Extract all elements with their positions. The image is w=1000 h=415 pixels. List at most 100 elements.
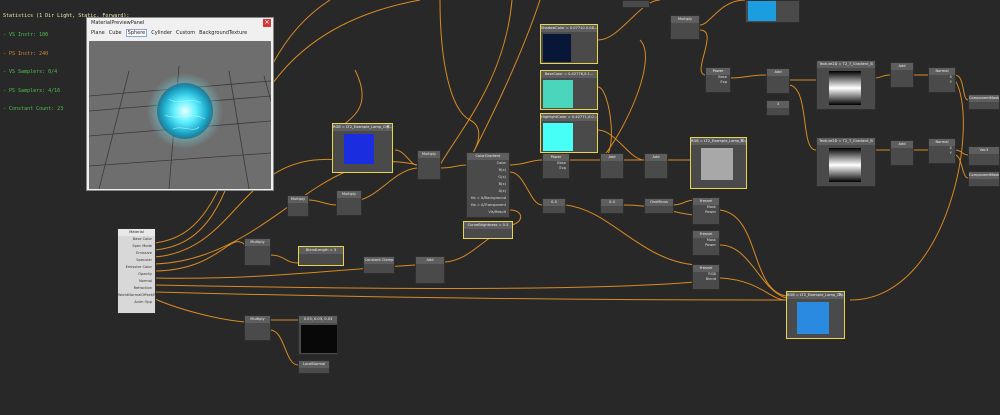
material-input-specular[interactable]: Specular (118, 257, 155, 264)
material-input-spec-mode[interactable]: Spec Mode (118, 243, 155, 250)
port-background[interactable]: Ha = A/Background (467, 195, 509, 202)
material-node[interactable]: Material Base Color Spec Mode Emissive S… (117, 228, 163, 314)
port-y[interactable]: Y (929, 151, 955, 156)
node-title: 0.03, 0.03, 0.03 (299, 316, 337, 323)
material-input-world-normal-offset[interactable]: WorldNormalOffset/Mask (118, 292, 163, 299)
component-mask-node[interactable]: ComponentMask (968, 94, 1000, 110)
port-blend[interactable]: Blend (693, 277, 719, 282)
material-input-opacity[interactable]: Opacity (118, 271, 155, 278)
normal-node[interactable]: Normal X Y (928, 67, 956, 93)
constant-vector-node[interactable]: 0.03, 0.03, 0.03 (298, 315, 338, 355)
curve-brightness-node[interactable]: CurveBrightness = 0.5 (463, 221, 513, 239)
node-title: LocalNormal (299, 361, 329, 368)
node-title: Fresnel (693, 265, 719, 272)
preview-viewport[interactable] (89, 41, 271, 189)
node-title: Power (706, 68, 730, 75)
node-title: Add (891, 63, 913, 70)
multiply-node[interactable]: Multiply (244, 238, 271, 266)
constant-node[interactable]: 0.5 (542, 198, 566, 214)
add-node[interactable]: Add (890, 140, 914, 166)
vec3-node[interactable]: Vec3 (968, 146, 1000, 166)
node-title: Multiply (288, 196, 308, 203)
port-exp[interactable]: Exp (543, 166, 569, 171)
tab-plane[interactable]: Plane (91, 30, 105, 36)
material-input-refraction[interactable]: Refraction (118, 285, 155, 292)
fresnel-node[interactable]: Fresnel Mask Power (692, 197, 720, 225)
texture-sample-node[interactable]: RGB = LT2_Example_Lamp_Cry... × (690, 137, 747, 189)
constant-node[interactable]: 0.4 (600, 198, 624, 214)
multiply-node[interactable]: Multiply (670, 15, 700, 40)
port-g[interactable]: G(x) (467, 174, 509, 181)
texture-swatch-blue-noise (344, 134, 374, 164)
material-input-base-color[interactable]: Base Color (118, 236, 155, 243)
close-icon[interactable]: × (386, 125, 391, 130)
power-node[interactable]: Power Base Exp (542, 153, 570, 179)
one-minus-node[interactable]: OneMinus (644, 198, 674, 214)
material-input-emissive-color[interactable]: Emissive Color (118, 264, 155, 271)
close-icon[interactable]: ✕ (263, 19, 271, 27)
node-title: RGB = LT2_Example_Lamp_Cry... (691, 138, 746, 145)
constant-node[interactable]: 3 (766, 100, 790, 116)
tab-background-texture[interactable]: BackgroundTexture (199, 30, 247, 36)
multiply-node[interactable]: Multiply (287, 195, 309, 217)
tab-cube[interactable]: Cube (109, 30, 122, 36)
node-title: Fresnel (693, 231, 719, 238)
close-icon[interactable]: × (838, 293, 843, 298)
normal-node[interactable]: Normal X Y (928, 138, 956, 164)
gradient-swatch (829, 148, 861, 182)
add-node[interactable]: Add (415, 256, 445, 284)
tab-sphere[interactable]: Sphere (125, 29, 148, 37)
port-transparent[interactable]: Ha = A/Transparent (467, 202, 509, 209)
close-icon[interactable]: × (740, 139, 745, 144)
node-title: Multiply (245, 239, 270, 246)
material-input-anim-opp[interactable]: Anim Opp (118, 299, 155, 306)
lerp-node[interactable]: Fresnel RGB Blend (692, 264, 720, 290)
port-r[interactable]: R(x) (467, 167, 509, 174)
texture-sample-node[interactable]: RGB = LT2_Example_Lamp_Cry... × (786, 291, 845, 339)
node-title: RGB = LT2_Example_Lamp_Cry... (787, 292, 844, 299)
fresnel-node[interactable]: Fresnel Mask Power (692, 230, 720, 256)
multiply-node[interactable]: Multiply (336, 190, 362, 216)
component-mask-node[interactable]: ComponentMask (968, 171, 1000, 187)
texture-gradient-node[interactable]: Texture2D = T2_T_Gradient_B (816, 60, 876, 110)
port-a[interactable]: A(x) (467, 188, 509, 195)
material-input-normal[interactable]: Normal (118, 278, 155, 285)
material-input-emissive[interactable]: Emissive (118, 250, 155, 257)
material-preview-panel[interactable]: MaterialPreviewPanel ✕ Plane Cube Sphere Cy… (86, 17, 274, 191)
multiply-node[interactable] (622, 0, 650, 8)
power-node[interactable]: Power Base Exp (705, 67, 731, 93)
port-color[interactable]: Color (467, 160, 509, 167)
node-title: Multiply (418, 151, 440, 158)
add-node[interactable]: Add (600, 153, 624, 179)
preview-scene (89, 65, 271, 189)
color-gradient-node[interactable]: ColorGradient Color R(x) G(x) B(x) A(x) … (466, 152, 510, 218)
add-node[interactable]: Add (644, 153, 668, 179)
shadow-color-node[interactable]: ShadowColor = 0.07710.0.08... (540, 24, 598, 64)
multiply-node[interactable]: Multiply (417, 150, 441, 180)
constant-clamp-node[interactable]: Constant Clamp (363, 256, 395, 274)
tab-custom[interactable]: Custom (176, 30, 195, 36)
highlight-color-node[interactable]: HighlightColor = 0.42771,0.0... (540, 113, 598, 153)
node-title: Multiply (671, 16, 699, 23)
texture-gradient-node[interactable]: Texture2D = T2_T_Gradient_B (816, 137, 876, 187)
node-title: ShadowColor = 0.07710.0.08... (541, 25, 597, 32)
multiply-node[interactable]: Multiply (244, 315, 271, 341)
local-normal-node[interactable]: LocalNormal (298, 360, 330, 374)
port-exp[interactable]: Exp (706, 80, 730, 85)
color-preview-node[interactable] (745, 0, 800, 23)
node-title: ComponentMask (969, 95, 999, 102)
texture-sample-node[interactable]: RGB = LT2_Example_Lamp_Cry... × (332, 123, 393, 173)
port-result[interactable]: Vis/Result (467, 209, 509, 216)
base-color-node[interactable]: BaseColor = 0.42776,0.1... (540, 70, 598, 110)
node-title: Add (645, 154, 667, 161)
blend-length-node[interactable]: BlendLength = 3 (298, 246, 344, 266)
add-node[interactable]: Add (766, 68, 790, 94)
port-power[interactable]: Power (693, 210, 719, 215)
port-b[interactable]: B(x) (467, 181, 509, 188)
node-title: HighlightColor = 0.42771,0.0... (541, 114, 597, 121)
preview-tabs: Plane Cube Sphere Cylinder Custom BackgroundT… (87, 28, 273, 38)
port-y[interactable]: Y (929, 80, 955, 85)
add-node[interactable]: Add (890, 62, 914, 88)
port-power[interactable]: Power (693, 243, 719, 248)
tab-cylinder[interactable]: Cylinder (151, 30, 172, 36)
